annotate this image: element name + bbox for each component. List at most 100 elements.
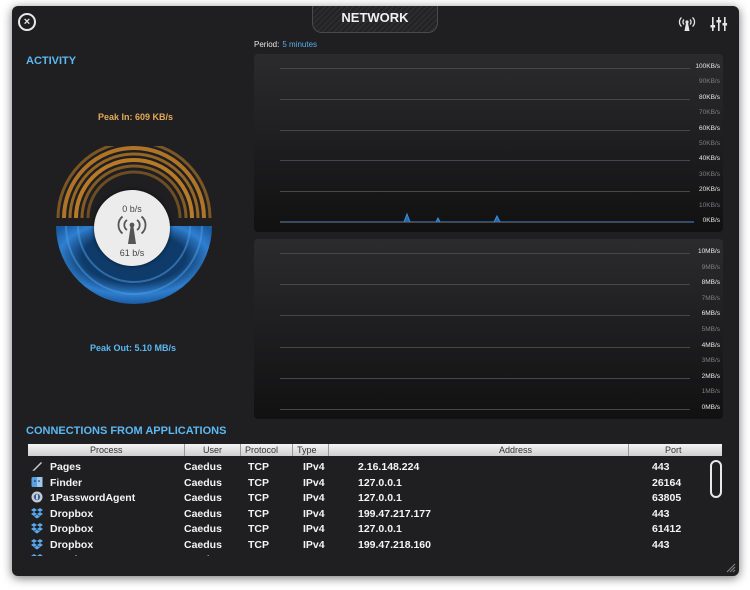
type-cell: IPv4 xyxy=(303,554,325,556)
1password-icon xyxy=(31,491,43,503)
y-axis-label: 100KB/s xyxy=(695,63,720,70)
pages-icon xyxy=(31,460,43,472)
address-cell: 199.47.218.160 xyxy=(358,538,431,551)
type-cell: IPv4 xyxy=(303,523,325,535)
type-cell: IPv4 xyxy=(303,538,325,551)
user-cell: Caedus xyxy=(184,492,222,504)
column-protocol[interactable]: Protocol xyxy=(240,444,278,456)
grid-line xyxy=(280,222,690,223)
process-cell: Dropbox xyxy=(50,507,94,520)
protocol-cell: TCP xyxy=(248,523,269,535)
table-row[interactable]: 1PasswordAgent Caedus TCP IPv4 127.0.0.1 6380… xyxy=(28,491,722,507)
process-cell: Dropbox xyxy=(50,554,93,556)
protocol-cell: TCP xyxy=(248,461,269,473)
process-cell: Pages xyxy=(50,461,81,473)
process-cell: Dropbox xyxy=(50,523,94,535)
column-port[interactable]: Port xyxy=(628,444,682,456)
finder-icon xyxy=(31,476,43,488)
network-window: × NETWORK Period: 5 minutes ACTIVITY Peak… xyxy=(12,6,739,576)
period-selector[interactable]: Period: 5 minutes xyxy=(254,40,317,49)
type-cell: IPv4 xyxy=(303,476,325,489)
period-label: Period: xyxy=(254,40,280,49)
y-axis-label: 0KB/s xyxy=(702,217,720,224)
current-out-rate: 61 b/s xyxy=(119,248,145,258)
port-cell: 443 xyxy=(652,554,670,556)
grid-line xyxy=(280,377,690,379)
protocol-cell: TCP xyxy=(248,507,269,520)
address-cell: 107.20.249.78 xyxy=(358,554,425,556)
user-cell: Caedus xyxy=(184,554,222,556)
y-axis-label: 70KB/s xyxy=(699,109,720,117)
close-icon[interactable]: × xyxy=(18,13,36,31)
address-cell: 127.0.0.1 xyxy=(358,476,402,489)
type-cell: IPv4 xyxy=(303,507,325,520)
period-value[interactable]: 5 minutes xyxy=(282,40,317,49)
y-axis-label: 60KB/s xyxy=(699,124,720,132)
port-cell: 61412 xyxy=(652,523,682,535)
y-axis-label: 10MB/s xyxy=(697,248,720,255)
incoming-spikes xyxy=(280,212,694,223)
process-cell: 1PasswordAgent xyxy=(50,492,136,504)
connections-table: Process User Protocol Type Address Port … xyxy=(28,444,722,556)
dropbox-icon xyxy=(31,522,43,534)
protocol-cell: TCP xyxy=(248,538,269,551)
grid-line xyxy=(280,315,690,317)
table-row[interactable]: Dropbox Caedus TCP IPv4 127.0.0.1 61412 xyxy=(28,522,722,538)
antenna-icon[interactable] xyxy=(678,16,696,37)
column-user[interactable]: User xyxy=(184,444,222,456)
y-axis-label: 80KB/s xyxy=(699,93,720,101)
window-title: NETWORK xyxy=(312,6,438,33)
protocol-cell: TCP xyxy=(248,554,269,556)
y-axis-label: 40KB/s xyxy=(699,155,720,163)
column-address[interactable]: Address xyxy=(328,444,532,456)
dropbox-icon xyxy=(31,538,43,550)
protocol-cell: TCP xyxy=(248,476,269,489)
grid-line xyxy=(280,346,690,348)
y-axis-label: 90KB/s xyxy=(699,78,720,86)
table-row[interactable]: Pages Caedus TCP IPv4 2.16.148.224 443 xyxy=(28,460,722,476)
table-row[interactable]: Dropbox Caedus TCP IPv4 107.20.249.78 443 xyxy=(28,553,722,556)
gauge-center: 0 b/s 61 b/s xyxy=(94,190,170,266)
table-row[interactable]: Dropbox Caedus TCP IPv4 199.47.218.160 443 xyxy=(28,538,722,554)
connections-title: CONNECTIONS FROM APPLICATIONS xyxy=(26,425,227,437)
grid-line xyxy=(280,129,690,131)
process-cell: Finder xyxy=(50,476,83,489)
resize-grip-icon[interactable] xyxy=(726,563,736,573)
port-cell: 443 xyxy=(652,461,670,473)
grid-line xyxy=(280,253,690,254)
equalizer-icon[interactable] xyxy=(710,16,728,37)
y-axis-label: 20KB/s xyxy=(699,186,720,194)
peak-in: Peak In: 609 KB/s xyxy=(98,112,173,122)
grid-line xyxy=(280,160,690,162)
table-row[interactable]: Dropbox Caedus TCP IPv4 199.47.217.177 443 xyxy=(28,507,722,523)
outgoing-traffic-graph: 10MB/s 9MB/s 8MB/s 7MB/s 6MB/s 5MB/s 4MB/s 3MB/… xyxy=(254,239,723,419)
port-cell: 443 xyxy=(652,538,670,551)
grid-line xyxy=(280,191,690,193)
antenna-icon xyxy=(117,215,147,244)
scrollbar-thumb[interactable] xyxy=(710,460,722,498)
activity-title: ACTIVITY xyxy=(26,55,77,67)
y-axis-label: 5MB/s xyxy=(701,326,720,333)
user-cell: Caedus xyxy=(184,476,222,489)
grid-line xyxy=(280,284,690,286)
address-cell: 127.0.0.1 xyxy=(358,523,402,535)
user-cell: Caedus xyxy=(184,507,222,520)
y-axis-label: 10KB/s xyxy=(699,201,720,209)
address-cell: 2.16.148.224 xyxy=(358,461,420,473)
y-axis-label: 4MB/s xyxy=(701,341,720,349)
y-axis-label: 2MB/s xyxy=(701,372,720,380)
column-type[interactable]: Type xyxy=(292,444,317,456)
protocol-cell: TCP xyxy=(248,492,269,504)
peak-out-label: Peak Out: xyxy=(90,343,133,353)
table-row[interactable]: Finder Caedus TCP IPv4 127.0.0.1 26164 xyxy=(28,476,722,492)
dropbox-icon xyxy=(31,507,43,519)
y-axis-label: 0MB/s xyxy=(701,404,720,411)
y-axis-label: 3MB/s xyxy=(701,357,720,365)
peak-out-value: 5.10 MB/s xyxy=(134,343,177,353)
incoming-traffic-graph: 100KB/s 90KB/s 80KB/s 70KB/s 60KB/s 50KB/s 40K… xyxy=(254,54,723,232)
user-cell: Caedus xyxy=(184,523,222,535)
y-axis-label: 8MB/s xyxy=(701,279,720,287)
column-process[interactable]: Process xyxy=(90,444,123,456)
grid-line xyxy=(280,98,690,100)
port-cell: 63805 xyxy=(652,492,682,504)
